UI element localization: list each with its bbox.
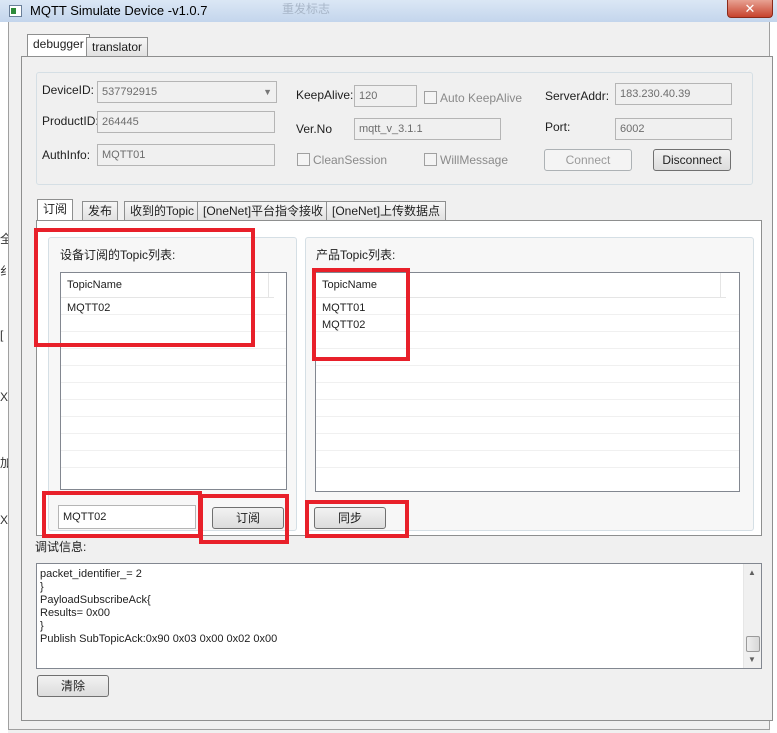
annotation-box: [199, 494, 289, 544]
background-glyph: [: [0, 328, 4, 342]
auth-info-label: AuthInfo:: [42, 148, 91, 162]
scroll-up-icon[interactable]: ▲: [748, 568, 756, 577]
tab-publish[interactable]: 发布: [82, 201, 119, 221]
tab-received-topics[interactable]: 收到的Topic: [124, 201, 201, 221]
port-field[interactable]: 6002: [615, 118, 732, 140]
device-id-value: 537792915: [102, 86, 158, 98]
chevron-down-icon: ▼: [263, 87, 272, 97]
row-divider: [61, 399, 286, 400]
tab-onenet-datapoints[interactable]: [OneNet]上传数据点: [326, 201, 447, 221]
ver-no-label: Ver.No: [296, 122, 333, 136]
tab-onenet-commands[interactable]: [OneNet]平台指令接收: [197, 201, 330, 221]
row-divider: [316, 365, 739, 366]
port-label: Port:: [545, 120, 571, 134]
log-line: PayloadSubscribeAck{: [40, 594, 151, 606]
column-separator: [268, 273, 269, 297]
clean-session-label: CleanSession: [313, 153, 388, 167]
keep-alive-field[interactable]: 120: [354, 85, 417, 107]
debug-log-scrollbar[interactable]: ▲ ▼: [743, 564, 761, 668]
background-strip-left: 全 纟 [ X 加 X: [0, 22, 12, 733]
auto-keep-alive-checkbox[interactable]: [424, 91, 437, 104]
tab-translator[interactable]: translator: [86, 37, 149, 57]
log-line: }: [40, 581, 44, 593]
log-line: Publish SubTopicAck:0x90 0x03 0x00 0x02 …: [40, 633, 278, 645]
clean-session-checkbox[interactable]: [297, 153, 310, 166]
row-divider: [316, 382, 739, 383]
column-separator: [720, 273, 721, 297]
row-divider: [316, 450, 739, 451]
ver-no-field[interactable]: mqtt_v_3.1.1: [354, 118, 501, 140]
disconnect-button[interactable]: Disconnect: [653, 149, 731, 171]
row-divider: [61, 348, 286, 349]
background-glyph: X: [0, 390, 9, 404]
auto-keep-alive-label: Auto KeepAlive: [440, 91, 523, 105]
row-divider: [61, 382, 286, 383]
tab-debugger[interactable]: debugger: [27, 34, 90, 56]
log-line: packet_identifier_= 2: [40, 568, 142, 580]
log-line: Results= 0x00: [40, 607, 111, 619]
annotation-box: [42, 491, 202, 538]
annotation-box: [34, 228, 255, 347]
window-title: MQTT Simulate Device -v1.0.7: [30, 3, 208, 18]
row-divider: [61, 365, 286, 366]
product-id-field[interactable]: 264445: [97, 111, 275, 133]
will-message-checkbox[interactable]: [424, 153, 437, 166]
row-divider: [316, 416, 739, 417]
row-divider: [61, 450, 286, 451]
server-addr-field[interactable]: 183.230.40.39: [615, 83, 732, 105]
clear-button[interactable]: 清除: [37, 675, 109, 697]
window-ghost-title: 重发标志: [282, 2, 331, 16]
row-divider: [316, 467, 739, 468]
connect-button[interactable]: Connect: [544, 149, 632, 171]
scroll-down-icon[interactable]: ▼: [748, 655, 756, 664]
auth-info-field[interactable]: MQTT01: [97, 144, 275, 166]
background-glyph: X: [0, 513, 9, 527]
server-addr-label: ServerAddr:: [545, 89, 610, 103]
keep-alive-label: KeepAlive:: [296, 88, 354, 102]
device-id-select[interactable]: 537792915 ▼: [97, 81, 277, 103]
debug-log[interactable]: packet_identifier_= 2 } PayloadSubscribe…: [36, 563, 762, 669]
row-divider: [61, 416, 286, 417]
device-id-label: DeviceID:: [42, 83, 95, 97]
close-button[interactable]: ✕: [727, 0, 773, 18]
product-id-label: ProductID:: [42, 114, 99, 128]
scroll-thumb[interactable]: [746, 636, 760, 652]
row-divider: [316, 399, 739, 400]
tab-subscribe[interactable]: 订阅: [37, 199, 74, 221]
product-topics-title: 产品Topic列表:: [316, 248, 396, 262]
log-line: }: [40, 620, 44, 632]
row-divider: [61, 433, 286, 434]
annotation-box: [305, 500, 409, 538]
debug-info-label: 调试信息:: [35, 540, 87, 554]
close-icon: ✕: [744, 1, 756, 16]
app-window-icon: [9, 5, 22, 17]
annotation-box: [312, 268, 410, 361]
title-bar[interactable]: MQTT Simulate Device -v1.0.7 重发标志 ✕: [0, 0, 777, 22]
row-divider: [61, 467, 286, 468]
row-divider: [316, 433, 739, 434]
will-message-label: WillMessage: [440, 153, 509, 167]
